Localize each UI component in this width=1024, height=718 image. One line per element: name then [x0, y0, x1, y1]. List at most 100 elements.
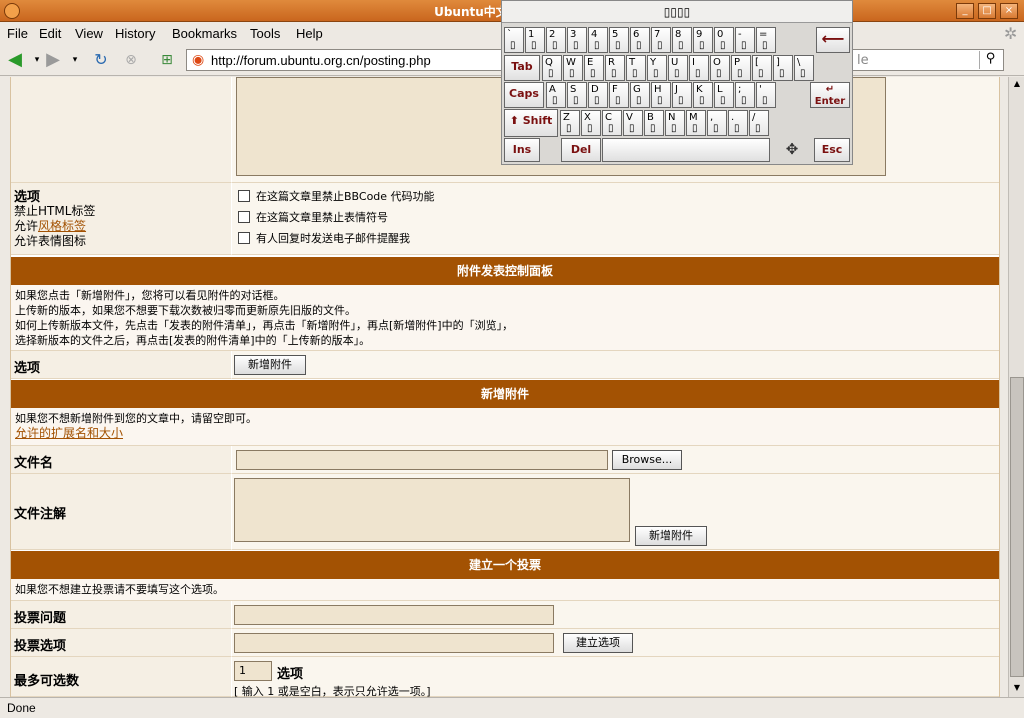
key-3-8[interactable]: K ▯: [693, 82, 713, 108]
scrollbar-thumb[interactable]: [1010, 377, 1024, 677]
key-2-10[interactable]: P ▯: [731, 55, 751, 81]
key-1-11[interactable]: 0 ▯: [714, 27, 734, 53]
key-1-10[interactable]: 9 ▯: [693, 27, 713, 53]
key-3-2[interactable]: S ▯: [567, 82, 587, 108]
key-4-7[interactable]: M ▯: [686, 110, 706, 136]
search-field-text[interactable]: le: [857, 53, 869, 68]
key-4-1[interactable]: Z ▯: [560, 110, 580, 136]
move-keyboard-icon[interactable]: ✥: [774, 138, 810, 162]
file-input[interactable]: [236, 450, 608, 470]
key-1-12[interactable]: - ▯: [735, 27, 755, 53]
disable-smilies-checkbox[interactable]: [238, 211, 250, 223]
key-3-7[interactable]: J ▯: [672, 82, 692, 108]
key-1-3[interactable]: 2 ▯: [546, 27, 566, 53]
maximize-button[interactable]: □: [978, 3, 996, 19]
key-2-9[interactable]: O ▯: [710, 55, 730, 81]
key-4-9[interactable]: . ▯: [728, 110, 748, 136]
key-2-11[interactable]: [▯: [752, 55, 772, 81]
key-4-6[interactable]: N ▯: [665, 110, 685, 136]
new-tab-icon[interactable]: ⊞: [158, 52, 176, 68]
file-comment-textarea[interactable]: [234, 478, 630, 542]
key-2-7[interactable]: U ▯: [668, 55, 688, 81]
del-key[interactable]: Del: [561, 138, 601, 162]
url-text[interactable]: http://forum.ubuntu.org.cn/posting.php: [211, 53, 431, 68]
key-4-2[interactable]: X ▯: [581, 110, 601, 136]
key-2-2[interactable]: W ▯: [563, 55, 583, 81]
key-2-8[interactable]: I ▯: [689, 55, 709, 81]
key-2-3[interactable]: E ▯: [584, 55, 604, 81]
key-4-3[interactable]: C ▯: [602, 110, 622, 136]
ins-key[interactable]: Ins: [504, 138, 540, 162]
key-1-1[interactable]: ` ▯: [504, 27, 524, 53]
key-2-13[interactable]: \ ▯: [794, 55, 814, 81]
menu-file[interactable]: File: [7, 26, 28, 41]
add-poll-option-button[interactable]: 建立选项: [563, 633, 633, 653]
vertical-scrollbar[interactable]: ▲ ▼: [1008, 77, 1024, 697]
space-key[interactable]: [602, 138, 770, 162]
key-3-3[interactable]: D ▯: [588, 82, 608, 108]
key-3-11[interactable]: ' ▯: [756, 82, 776, 108]
menu-edit[interactable]: Edit: [39, 26, 61, 41]
key-lower-char: ▯: [695, 68, 701, 79]
key-1-7[interactable]: 6 ▯: [630, 27, 650, 53]
key-4-4[interactable]: V ▯: [623, 110, 643, 136]
key-4-5[interactable]: B ▯: [644, 110, 664, 136]
key-3-5[interactable]: G ▯: [630, 82, 650, 108]
key-1-6[interactable]: 5 ▯: [609, 27, 629, 53]
back-icon[interactable]: ◀: [6, 51, 24, 69]
key-3-10[interactable]: ; ▯: [735, 82, 755, 108]
disable-bbcode-checkbox[interactable]: [238, 190, 250, 202]
shift-key[interactable]: ⬆ Shift: [504, 109, 558, 137]
key-3-1[interactable]: A ▯: [546, 82, 566, 108]
key-1-5[interactable]: 4 ▯: [588, 27, 608, 53]
key-1-13[interactable]: = ▯: [756, 27, 776, 53]
key-2-4[interactable]: R ▯: [605, 55, 625, 81]
key-4-10[interactable]: / ▯: [749, 110, 769, 136]
key-1-8[interactable]: 7 ▯: [651, 27, 671, 53]
forward-icon[interactable]: ▶: [44, 51, 62, 69]
key-3-6[interactable]: H ▯: [651, 82, 671, 108]
key-2-1[interactable]: Q ▯: [542, 55, 562, 81]
key-2-12[interactable]: ] ▯: [773, 55, 793, 81]
key-upper-char: E: [587, 57, 594, 68]
bbcode-link[interactable]: 风格标签: [38, 219, 86, 233]
key-3-4[interactable]: F ▯: [609, 82, 629, 108]
menu-help[interactable]: Help: [296, 26, 323, 41]
allowed-extensions-link[interactable]: 允许的扩展名和大小: [15, 426, 995, 441]
key-upper-char: U: [671, 57, 679, 68]
key-3-9[interactable]: L ▯: [714, 82, 734, 108]
enter-key[interactable]: ↵ Enter: [810, 82, 850, 108]
scroll-down-icon[interactable]: ▼: [1010, 681, 1024, 695]
key-upper-char: F: [612, 84, 618, 95]
minimize-button[interactable]: _: [956, 3, 974, 19]
esc-key[interactable]: Esc: [814, 138, 850, 162]
close-button[interactable]: ×: [1000, 3, 1018, 19]
max-options-input[interactable]: 1: [234, 661, 272, 681]
notify-reply-checkbox[interactable]: [238, 232, 250, 244]
forward-dropdown-icon[interactable]: ▾: [66, 52, 84, 68]
menu-history[interactable]: History: [115, 26, 155, 41]
key-1-9[interactable]: 8 ▯: [672, 27, 692, 53]
key-2-5[interactable]: T ▯: [626, 55, 646, 81]
poll-question-input[interactable]: [234, 605, 554, 625]
stop-icon[interactable]: ⊗: [122, 52, 140, 68]
reload-icon[interactable]: ↻: [92, 52, 110, 68]
search-icon[interactable]: ⚲: [979, 51, 1001, 69]
key-upper-char: B: [647, 112, 654, 123]
menu-view[interactable]: View: [75, 26, 103, 41]
key-upper-char: ,: [710, 112, 714, 123]
menu-tools[interactable]: Tools: [250, 26, 280, 41]
key-4-8[interactable]: , ▯: [707, 110, 727, 136]
key-1-4[interactable]: 3 ▯: [567, 27, 587, 53]
add-attachment-toggle-button[interactable]: 新增附件: [234, 355, 306, 375]
caps-key[interactable]: Caps: [504, 82, 544, 108]
browse-button[interactable]: Browse...: [612, 450, 682, 470]
backspace-key[interactable]: ⟵: [816, 27, 850, 53]
poll-option-input[interactable]: [234, 633, 554, 653]
key-2-6[interactable]: Y ▯: [647, 55, 667, 81]
tab-key[interactable]: Tab: [504, 55, 540, 81]
add-attachment-button[interactable]: 新增附件: [635, 526, 707, 546]
menu-bookmarks[interactable]: Bookmarks: [172, 26, 237, 41]
scroll-up-icon[interactable]: ▲: [1010, 77, 1024, 91]
key-1-2[interactable]: 1 ▯: [525, 27, 545, 53]
